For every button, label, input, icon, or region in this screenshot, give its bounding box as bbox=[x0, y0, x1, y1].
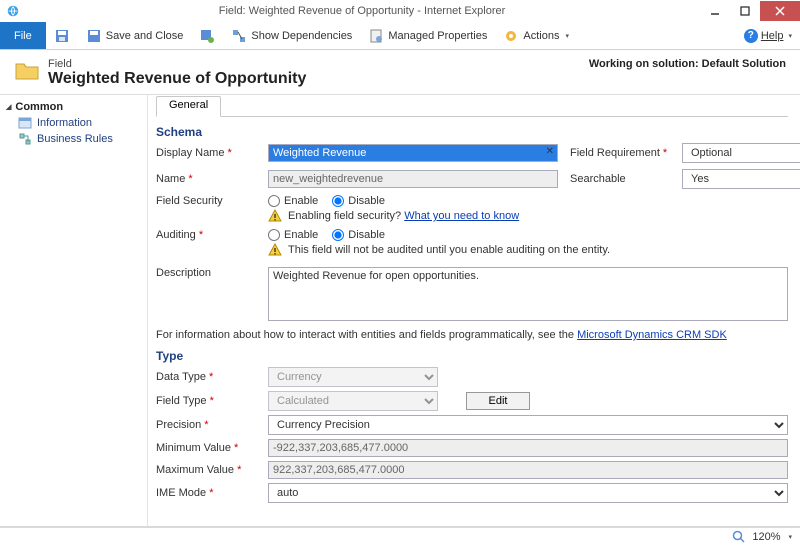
chevron-down-icon: ▾ bbox=[565, 32, 569, 40]
save-close-icon bbox=[86, 28, 102, 44]
field-security-disable-radio[interactable] bbox=[332, 195, 344, 207]
page-header: Field Weighted Revenue of Opportunity Wo… bbox=[0, 50, 800, 92]
label-maximum-value: Maximum Value bbox=[156, 464, 256, 476]
field-security-enable-radio[interactable] bbox=[268, 195, 280, 207]
searchable-select[interactable]: Yes bbox=[682, 169, 800, 189]
section-type: Type bbox=[156, 349, 788, 363]
tab-general[interactable]: General bbox=[156, 96, 221, 117]
file-menu[interactable]: File bbox=[0, 22, 46, 49]
description-textarea[interactable]: Weighted Revenue for open opportunities. bbox=[268, 267, 788, 321]
content-area: General Schema Display Name ✕ Field Requ… bbox=[148, 95, 800, 526]
label-field-requirement: Field Requirement bbox=[570, 147, 670, 159]
chevron-down-icon: ▾ bbox=[788, 32, 792, 40]
label-field-type: Field Type bbox=[156, 395, 256, 407]
zoom-level: 120% bbox=[752, 531, 780, 543]
breadcrumb: Field bbox=[48, 58, 306, 70]
save-new-button[interactable] bbox=[191, 22, 223, 49]
managed-properties-icon bbox=[368, 28, 384, 44]
field-type-select: Calculated bbox=[268, 391, 438, 411]
auditing-disable-radio[interactable] bbox=[332, 229, 344, 241]
maximize-button[interactable] bbox=[730, 1, 760, 21]
actions-icon bbox=[503, 28, 519, 44]
help-icon: ? bbox=[744, 29, 758, 43]
maximum-value-input bbox=[268, 461, 788, 479]
close-button[interactable] bbox=[760, 1, 800, 21]
sdk-link[interactable]: Microsoft Dynamics CRM SDK bbox=[577, 329, 727, 341]
auditing-enable-radio[interactable] bbox=[268, 229, 280, 241]
actions-menu[interactable]: Actions▾ bbox=[495, 22, 577, 49]
save-button[interactable] bbox=[46, 22, 78, 49]
business-rules-icon bbox=[18, 133, 32, 145]
solution-context: Working on solution: Default Solution bbox=[589, 58, 786, 70]
clear-icon[interactable]: ✕ bbox=[546, 146, 554, 157]
ime-mode-select[interactable]: auto bbox=[268, 483, 788, 503]
minimize-button[interactable] bbox=[700, 1, 730, 21]
label-auditing: Auditing bbox=[156, 229, 256, 241]
sidebar-item-label: Business Rules bbox=[37, 133, 113, 145]
managed-properties-button[interactable]: Managed Properties bbox=[360, 22, 495, 49]
page-title: Weighted Revenue of Opportunity bbox=[48, 70, 306, 88]
sidebar-group-common[interactable]: Common bbox=[0, 99, 147, 115]
warning-icon bbox=[268, 209, 282, 223]
label-data-type: Data Type bbox=[156, 371, 256, 383]
name-input bbox=[268, 170, 558, 188]
ie-icon bbox=[6, 4, 20, 18]
data-type-select: Currency bbox=[268, 367, 438, 387]
warning-icon bbox=[268, 243, 282, 257]
tabstrip: General bbox=[156, 95, 788, 117]
display-name-input[interactable] bbox=[268, 144, 558, 162]
chevron-down-icon[interactable]: ▾ bbox=[788, 533, 792, 541]
label-ime-mode: IME Mode bbox=[156, 487, 256, 499]
label-name: Name bbox=[156, 173, 256, 185]
minimum-value-input bbox=[268, 439, 788, 457]
label-display-name: Display Name bbox=[156, 147, 256, 159]
field-security-link[interactable]: What you need to know bbox=[404, 210, 519, 222]
edit-button[interactable]: Edit bbox=[466, 392, 530, 410]
label-field-security: Field Security bbox=[156, 195, 256, 207]
zoom-icon bbox=[732, 530, 746, 544]
show-dependencies-button[interactable]: Show Dependencies bbox=[223, 22, 360, 49]
auditing-warning: This field will not be audited until you… bbox=[268, 243, 788, 257]
folder-icon bbox=[14, 58, 40, 82]
sidebar-item-label: Information bbox=[37, 117, 92, 129]
window-titlebar: Field: Weighted Revenue of Opportunity -… bbox=[0, 0, 800, 22]
dependencies-icon bbox=[231, 28, 247, 44]
sidebar-item-business-rules[interactable]: Business Rules bbox=[0, 131, 147, 147]
label-minimum-value: Minimum Value bbox=[156, 442, 256, 454]
sdk-info-line: For information about how to interact wi… bbox=[156, 329, 788, 341]
window-title: Field: Weighted Revenue of Opportunity -… bbox=[24, 5, 700, 17]
toolbar: File Save and Close Show Dependencies Ma… bbox=[0, 22, 800, 50]
help-menu[interactable]: ?Help▾ bbox=[744, 22, 792, 49]
section-schema: Schema bbox=[156, 125, 788, 139]
precision-select[interactable]: Currency Precision bbox=[268, 415, 788, 435]
sidebar-item-information[interactable]: Information bbox=[0, 115, 147, 131]
save-and-close-button[interactable]: Save and Close bbox=[78, 22, 192, 49]
label-description: Description bbox=[156, 267, 256, 321]
save-new-icon bbox=[199, 28, 215, 44]
label-searchable: Searchable bbox=[570, 173, 670, 185]
statusbar: 120% ▾ bbox=[0, 526, 800, 546]
sidebar: Common Information Business Rules bbox=[0, 95, 148, 526]
save-icon bbox=[54, 28, 70, 44]
label-precision: Precision bbox=[156, 419, 256, 431]
field-requirement-select[interactable]: Optional bbox=[682, 143, 800, 163]
information-icon bbox=[18, 117, 32, 129]
field-security-warning: Enabling field security? What you need t… bbox=[268, 209, 788, 223]
